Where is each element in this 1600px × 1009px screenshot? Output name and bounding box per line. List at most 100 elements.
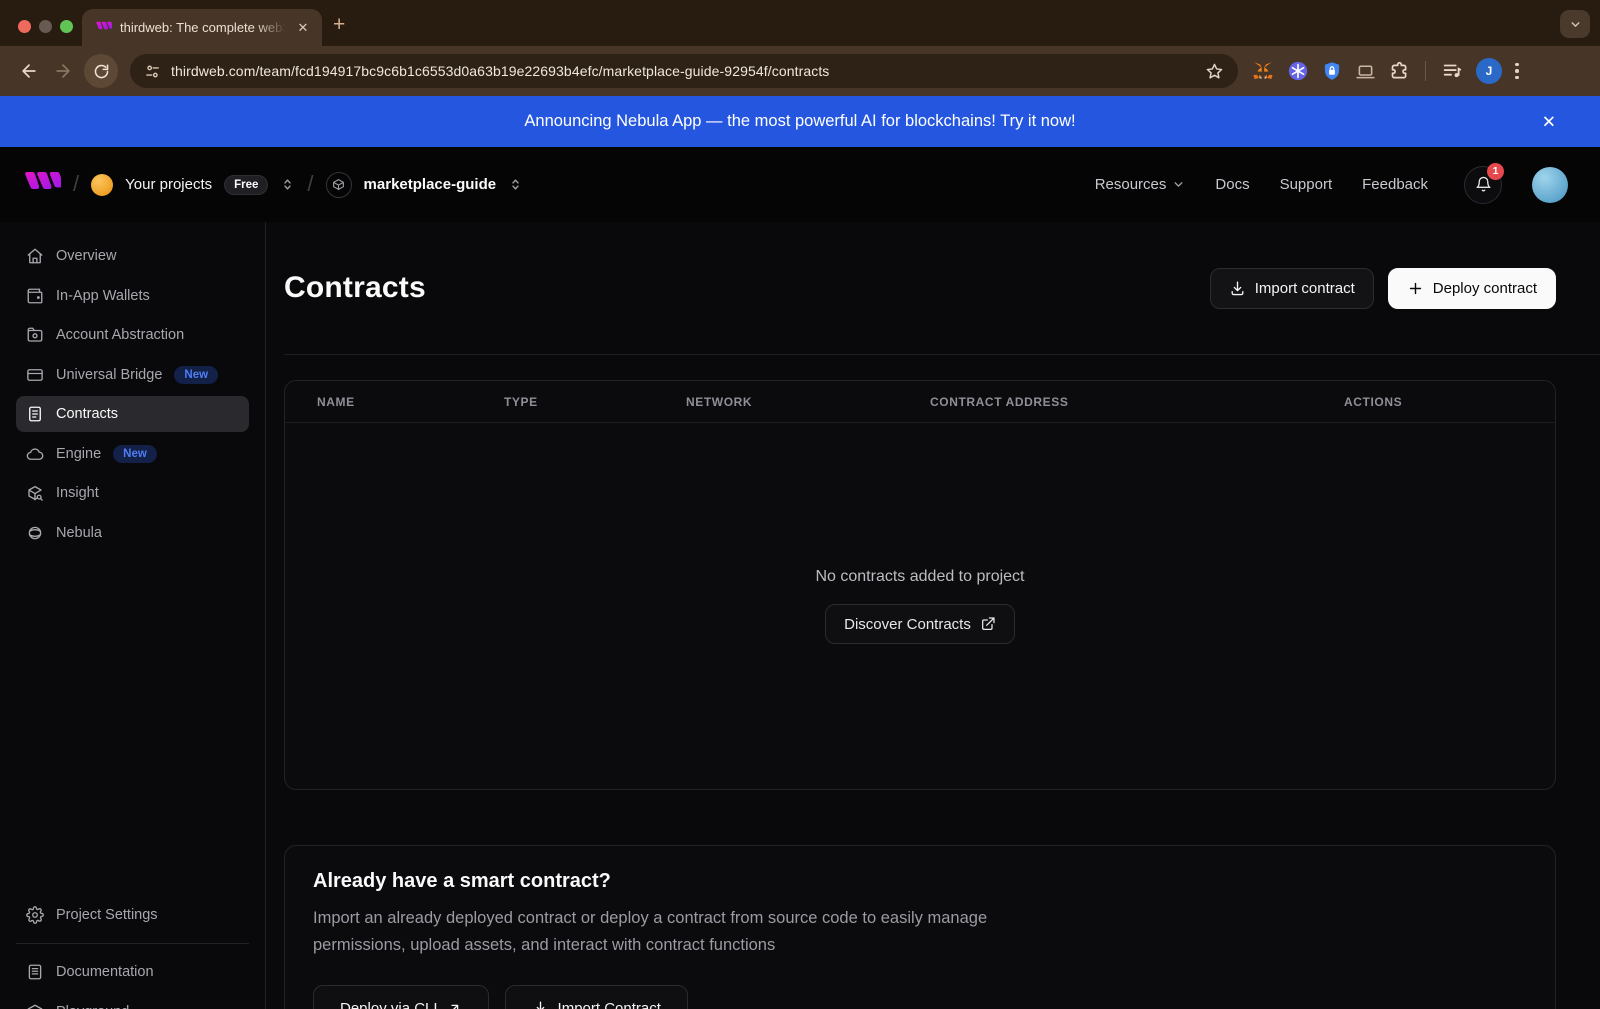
tab-close-icon[interactable]: ✕ xyxy=(294,19,312,37)
project-icon xyxy=(326,172,352,198)
book-icon xyxy=(26,963,44,981)
team-switcher-button[interactable] xyxy=(280,177,295,192)
nav-feedback[interactable]: Feedback xyxy=(1362,176,1428,193)
project-switcher-button[interactable] xyxy=(508,177,523,192)
back-button[interactable] xyxy=(12,54,46,88)
shield-extension-icon[interactable] xyxy=(1322,60,1342,82)
wallet-icon xyxy=(26,287,44,305)
team-name[interactable]: Your projects xyxy=(125,176,212,193)
sidebar-item-engine[interactable]: Engine New xyxy=(16,436,249,472)
sidebar-item-contracts[interactable]: Contracts xyxy=(16,396,249,432)
address-bar[interactable]: thirdweb.com/team/fcd194917bc9c6b1c6553d… xyxy=(130,54,1238,88)
sidebar-item-documentation[interactable]: Documentation xyxy=(16,954,249,990)
forward-arrow-icon xyxy=(53,61,73,81)
box-search-icon xyxy=(26,484,44,502)
site-settings-icon[interactable] xyxy=(144,63,161,80)
sidebar-divider xyxy=(16,943,249,944)
back-arrow-icon xyxy=(19,61,39,81)
bell-icon xyxy=(1475,176,1492,193)
empty-state: No contracts added to project Discover C… xyxy=(285,423,1555,789)
chevrons-up-down-icon xyxy=(508,177,523,192)
page-title: Contracts xyxy=(284,271,426,305)
column-contract-address: CONTRACT ADDRESS xyxy=(930,395,1344,409)
tab-search-button[interactable] xyxy=(1560,10,1590,38)
smart-contract-cta-card: Already have a smart contract? Import an… xyxy=(284,845,1556,1009)
sidebar-item-overview[interactable]: Overview xyxy=(16,238,249,274)
sidebar-footer: Project Settings Documentation Playgroun… xyxy=(16,897,249,1009)
notifications-button[interactable]: 1 xyxy=(1464,166,1502,204)
breadcrumb-separator: / xyxy=(73,171,79,197)
sidebar: Overview In-App Wallets Account Abstract… xyxy=(0,222,266,1009)
sidebar-item-universal-bridge[interactable]: Universal Bridge New xyxy=(16,357,249,393)
window-controls xyxy=(18,20,73,33)
forward-button[interactable] xyxy=(46,54,80,88)
browser-tab[interactable]: thirdweb: The complete web3 ✕ xyxy=(82,9,322,46)
metamask-extension-icon[interactable] xyxy=(1252,60,1274,82)
sidebar-item-in-app-wallets[interactable]: In-App Wallets xyxy=(16,278,249,314)
column-type: TYPE xyxy=(504,395,686,409)
purple-extension-icon[interactable] xyxy=(1287,60,1309,82)
announcement-banner[interactable]: Announcing Nebula App — the most powerfu… xyxy=(0,96,1600,147)
media-controls-icon[interactable] xyxy=(1441,60,1463,82)
home-icon xyxy=(26,247,44,265)
new-tab-icon[interactable]: + xyxy=(333,14,345,35)
bookmark-star-icon[interactable] xyxy=(1205,62,1224,81)
import-contract-button[interactable]: Import contract xyxy=(1210,268,1374,309)
reload-button[interactable] xyxy=(84,54,118,88)
tab-title: thirdweb: The complete web3 xyxy=(120,20,286,35)
cloud-icon xyxy=(26,445,44,463)
thirdweb-favicon xyxy=(96,21,112,34)
thirdweb-logo[interactable] xyxy=(24,172,61,198)
window-close-button[interactable] xyxy=(18,20,31,33)
browser-tab-strip: thirdweb: The complete web3 ✕ + xyxy=(0,0,1600,46)
banner-close-icon[interactable]: ✕ xyxy=(1542,113,1556,130)
cube-icon xyxy=(26,1003,44,1009)
column-name: NAME xyxy=(317,395,504,409)
discover-contracts-button[interactable]: Discover Contracts xyxy=(825,604,1015,644)
chevrons-up-down-icon xyxy=(280,177,295,192)
project-name[interactable]: marketplace-guide xyxy=(364,176,497,193)
banner-text[interactable]: Announcing Nebula App — the most powerfu… xyxy=(524,112,1075,131)
plan-badge: Free xyxy=(224,175,268,195)
user-avatar[interactable] xyxy=(1532,167,1568,203)
cta-import-contract-button[interactable]: Import Contract xyxy=(505,985,688,1009)
new-badge: New xyxy=(174,366,218,384)
arrow-up-right-icon xyxy=(447,1001,462,1009)
planet-icon xyxy=(26,524,44,542)
main-content: Contracts Import contract Deploy contrac… xyxy=(266,222,1600,1009)
nav-docs[interactable]: Docs xyxy=(1215,176,1249,193)
sidebar-item-playground[interactable]: Playground xyxy=(16,994,249,1009)
deploy-contract-button[interactable]: Deploy contract xyxy=(1388,268,1556,309)
extensions-puzzle-icon[interactable] xyxy=(1389,61,1410,82)
app-header: / Your projects Free / marketplace-guide… xyxy=(0,147,1600,222)
table-header-row: NAME TYPE NETWORK CONTRACT ADDRESS ACTIO… xyxy=(285,381,1555,423)
sidebar-item-nebula[interactable]: Nebula xyxy=(16,515,249,551)
url-text[interactable]: thirdweb.com/team/fcd194917bc9c6b1c6553d… xyxy=(171,63,1195,79)
browser-profile-avatar[interactable]: J xyxy=(1476,58,1502,84)
nav-support[interactable]: Support xyxy=(1280,176,1333,193)
chevron-down-icon xyxy=(1172,178,1185,191)
gear-icon xyxy=(26,906,44,924)
column-network: NETWORK xyxy=(686,395,930,409)
cta-title: Already have a smart contract? xyxy=(313,870,1527,893)
new-badge: New xyxy=(113,445,157,463)
column-actions: ACTIONS xyxy=(1344,395,1523,409)
contracts-table: NAME TYPE NETWORK CONTRACT ADDRESS ACTIO… xyxy=(284,380,1556,790)
window-zoom-button[interactable] xyxy=(60,20,73,33)
toolbar-separator xyxy=(1425,61,1426,81)
laptop-extension-icon[interactable] xyxy=(1355,61,1376,82)
plus-icon xyxy=(1407,280,1424,297)
nav-resources[interactable]: Resources xyxy=(1095,176,1186,193)
breadcrumb: / Your projects Free / marketplace-guide xyxy=(24,172,523,198)
team-avatar[interactable] xyxy=(91,174,113,196)
deploy-via-cli-button[interactable]: Deploy via CLI xyxy=(313,985,489,1009)
window-minimize-button[interactable] xyxy=(39,20,52,33)
sidebar-item-insight[interactable]: Insight xyxy=(16,475,249,511)
sidebar-item-project-settings[interactable]: Project Settings xyxy=(16,897,249,933)
breadcrumb-separator: / xyxy=(307,171,313,197)
browser-menu-icon[interactable] xyxy=(1515,63,1519,80)
folder-icon xyxy=(26,326,44,344)
card-icon xyxy=(26,366,44,384)
sidebar-item-account-abstraction[interactable]: Account Abstraction xyxy=(16,317,249,353)
empty-state-message: No contracts added to project xyxy=(815,568,1024,586)
